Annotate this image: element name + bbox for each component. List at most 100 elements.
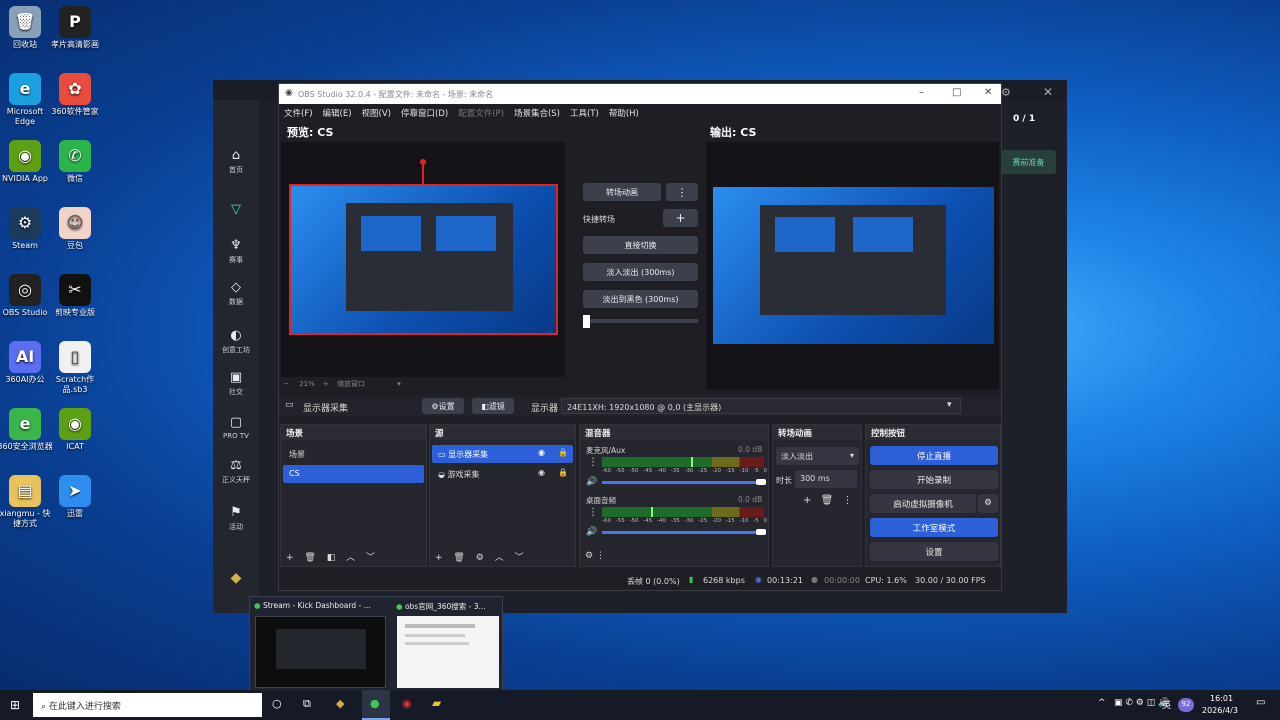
studio-mode-button[interactable]: 工作室模式 [870, 518, 998, 537]
source-props-icon[interactable]: ⚙ [476, 553, 484, 563]
volume-slider[interactable] [602, 531, 760, 534]
transition-menu-icon[interactable]: ⋮ [666, 183, 698, 201]
clock-date[interactable]: 2026/4/3 [1202, 706, 1238, 715]
rotate-knob[interactable] [420, 159, 426, 165]
preview-1-title[interactable]: ● Stream - Kick Dashboard - ... [254, 601, 384, 610]
volume-slider[interactable] [602, 481, 760, 484]
search-box[interactable]: ⌕ 在此键入进行搜索 [33, 693, 262, 717]
clock-time[interactable]: 16:01 [1210, 694, 1233, 703]
source-up-icon[interactable]: ︿ [495, 553, 504, 563]
volume-knob[interactable] [756, 529, 766, 535]
source-settings-button[interactable]: ⚙设置 [422, 398, 464, 414]
tray-chevron-icon[interactable]: ^ [1098, 698, 1106, 708]
language-indicator[interactable]: 英 [1162, 698, 1171, 711]
menu-item[interactable]: 配置文件(P) [458, 109, 504, 119]
speaker-icon[interactable]: 🔊 [586, 477, 597, 487]
transition-props-icon[interactable]: ⋮ [842, 495, 852, 506]
preview-2-title[interactable]: ● obs官网_360搜索 - 3... [396, 601, 504, 612]
start-recording-button[interactable]: 开始录制 [870, 470, 998, 489]
preview-1-thumbnail[interactable] [255, 616, 386, 688]
start-icon[interactable]: ⊞ [10, 698, 20, 712]
visibility-eye-icon[interactable]: ◉ [538, 448, 545, 457]
app-icon-2[interactable]: ▰ [432, 696, 441, 710]
speaker-icon[interactable]: 🔊 [586, 527, 597, 537]
desktop-icon[interactable]: P 孝片高清影画 [46, 6, 104, 50]
delete-scene-icon[interactable]: 🗑 [304, 553, 315, 563]
move-down-icon[interactable]: ﹀ [366, 553, 375, 563]
settings-icon[interactable]: ⚙ [1001, 86, 1011, 99]
add-scene-icon[interactable]: + [286, 553, 294, 563]
taskbar-browser-active[interactable]: ● [362, 690, 390, 720]
add-quick-transition-button[interactable]: + [663, 209, 698, 227]
menu-item[interactable]: 帮助(H) [609, 109, 639, 119]
host-nav-item[interactable]: ▽ [213, 202, 259, 219]
zoom-dropdown-icon[interactable]: ▾ [397, 380, 401, 388]
host-nav-item[interactable]: ◇ 数据 [213, 280, 259, 307]
close-window-icon[interactable]: ✕ [984, 87, 992, 98]
scene-filter-icon[interactable]: ◧ [327, 553, 336, 563]
lock-icon[interactable]: 🔒 [558, 448, 568, 457]
chevron-down-icon[interactable]: ▾ [947, 400, 952, 410]
obs-taskbar-icon[interactable]: ◉ [402, 697, 412, 710]
source-item[interactable]: ◒ 游戏采集 ◉ 🔒 [432, 465, 573, 483]
cortana-icon[interactable]: ○ [272, 697, 282, 710]
desktop-icon[interactable]: ✆ 微信 [46, 140, 104, 184]
host-nav-item[interactable]: ⌂ 首页 [213, 148, 259, 175]
visibility-eye-icon[interactable]: ◉ [538, 468, 545, 477]
rotate-handle[interactable] [422, 163, 424, 185]
desktop-icon[interactable]: ▯ Scratch作品.sb3 [46, 341, 104, 395]
mixer-channel-menu-icon[interactable]: ⋮ [588, 507, 598, 518]
volume-knob[interactable] [756, 479, 766, 485]
move-up-icon[interactable]: ︿ [346, 553, 355, 563]
delete-source-icon[interactable]: 🗑 [453, 553, 464, 563]
transition-button[interactable]: 转场动画 [583, 183, 661, 201]
transition-select[interactable]: 淡入淡出 ▾ [776, 447, 859, 465]
cut-button[interactable]: 直接切换 [583, 236, 698, 254]
desktop-icon[interactable]: ◉ ICAT [46, 408, 104, 452]
menu-item[interactable]: 工具(T) [570, 109, 599, 119]
source-filters-button[interactable]: ◧滤镜 [472, 398, 514, 414]
desktop-icon[interactable]: ✿ 360软件管家 [46, 73, 104, 117]
desktop-icon[interactable]: ✂ 剪映专业版 [46, 274, 104, 318]
minimize-icon[interactable]: – [919, 87, 924, 98]
close-icon[interactable]: ✕ [1043, 85, 1053, 99]
add-source-icon[interactable]: + [435, 553, 443, 563]
preview-2-thumbnail[interactable] [397, 616, 499, 688]
source-item[interactable]: ▭ 显示器采集 ◉ 🔒 [432, 445, 573, 463]
menu-item[interactable]: 场景集合(S) [514, 109, 560, 119]
task-view-icon[interactable]: ⧉ [303, 697, 311, 711]
preview-source-frame[interactable] [289, 184, 558, 335]
scene-item[interactable]: CS [283, 465, 424, 483]
host-nav-item[interactable]: ▢ PRO TV [213, 415, 259, 440]
virtual-camera-button[interactable]: 启动虚拟摄像机 [870, 494, 976, 513]
source-down-icon[interactable]: ﹀ [515, 553, 524, 563]
scene-item[interactable]: 场景 [283, 445, 424, 463]
menu-item[interactable]: 停靠窗口(D) [401, 109, 448, 119]
host-nav-item[interactable]: ◐ 创意工坊 [213, 328, 259, 355]
fade-black-button[interactable]: 淡出到黑色 (300ms) [583, 290, 698, 308]
mixer-settings-icon[interactable]: ⚙ [585, 551, 593, 561]
notification-badge[interactable]: 92 [1178, 698, 1194, 712]
settings-button[interactable]: 设置 [870, 542, 998, 561]
menu-item[interactable]: 编辑(E) [323, 109, 352, 119]
mixer-menu-icon[interactable]: ⋮ [596, 551, 605, 561]
t-bar-handle[interactable] [583, 315, 590, 328]
fade-button[interactable]: 淡入淡出 (300ms) [583, 263, 698, 281]
zoom-in-icon[interactable]: + [323, 380, 329, 388]
duration-spinbox[interactable]: 300 ms [795, 470, 857, 488]
zoom-out-icon[interactable]: − [283, 380, 289, 388]
app-icon-1[interactable]: ◆ [336, 697, 344, 710]
virtual-camera-settings-icon[interactable]: ⚙ [978, 494, 998, 513]
delete-transition-icon[interactable]: 🗑 [821, 495, 834, 506]
host-nav-item[interactable]: ♆ 赛事 [213, 238, 259, 265]
display-select[interactable]: 24E11XH: 1920x1080 @ 0,0 (主显示器) [561, 398, 961, 414]
zoom-mode[interactable]: 缩放窗口 [337, 380, 365, 388]
menu-item[interactable]: 视图(V) [362, 109, 391, 119]
mixer-channel-menu-icon[interactable]: ⋮ [588, 457, 598, 468]
maximize-icon[interactable]: □ [952, 87, 961, 98]
t-bar[interactable] [583, 319, 698, 323]
add-transition-icon[interactable]: + [803, 495, 811, 506]
menu-item[interactable]: 文件(F) [284, 109, 313, 119]
host-nav-item[interactable]: ▣ 社交 [213, 370, 259, 397]
desktop-icon[interactable]: ☺ 豆包 [46, 207, 104, 251]
